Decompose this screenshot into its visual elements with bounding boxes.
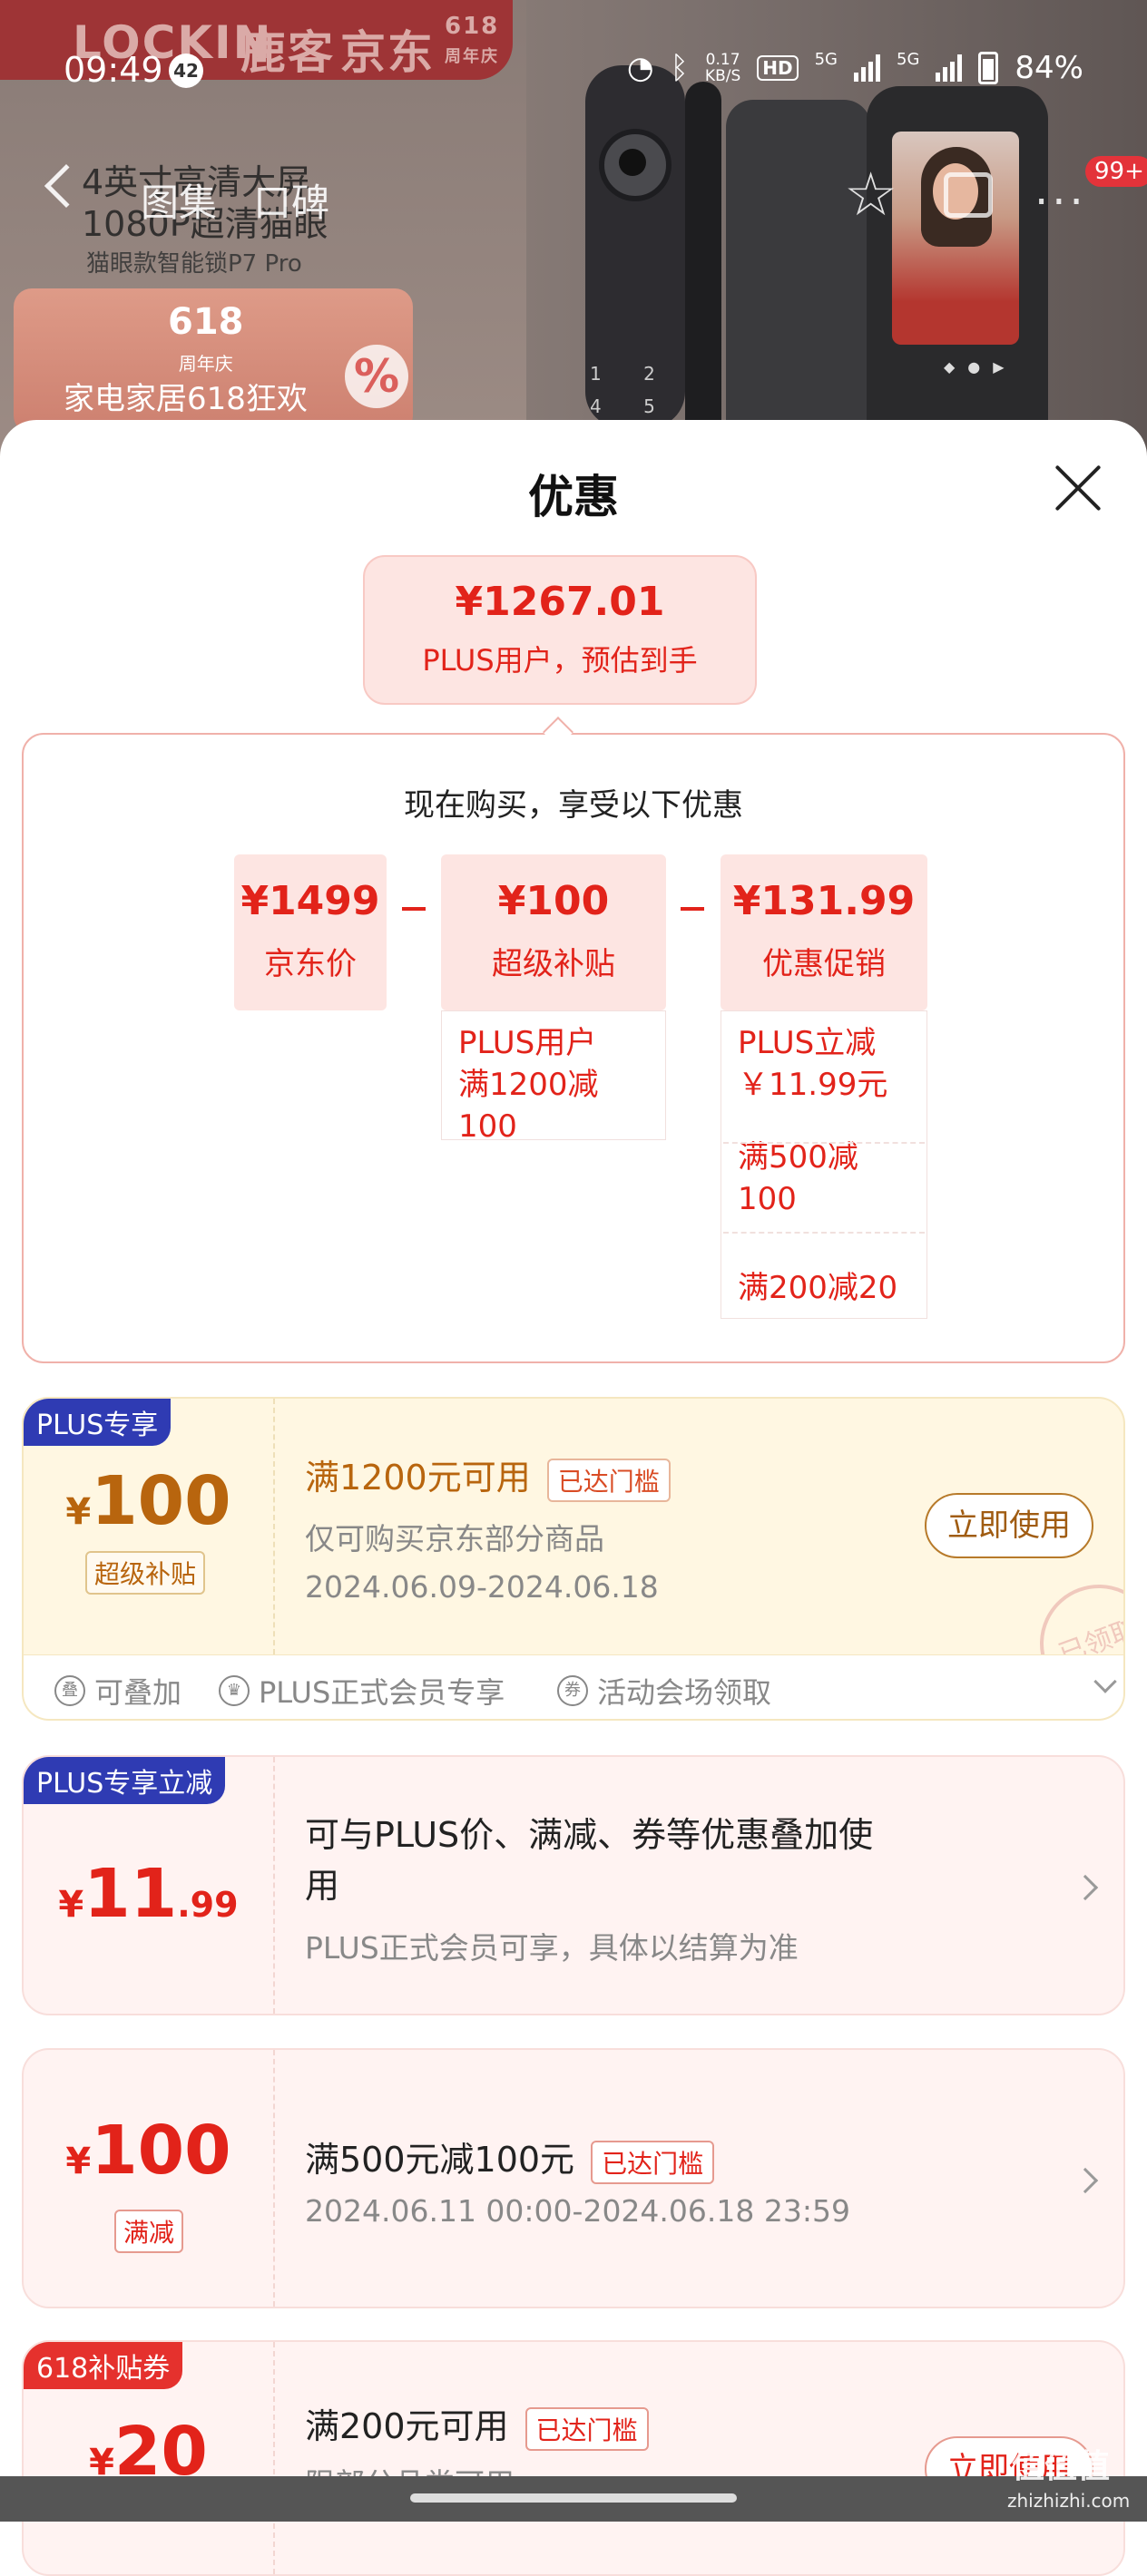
detail-divider [723,1142,925,1144]
threshold-badge: 已达门槛 [546,1458,671,1502]
coupon-features-row[interactable]: 叠可叠加 ♛ PLUS正式会员专享 券活动会场领取 [22,1655,1125,1721]
coupon-title: 可与PLUS价、满减、券等优惠叠加使 用 [305,1815,874,1906]
crown-icon: ♛ [219,1675,250,1706]
close-icon[interactable] [1053,463,1103,513]
coupon-card-plus: PLUS专享 ¥100 超级补贴 满1200元可用 已达门槛 仅可购买京东部分商品… [22,1397,1125,1656]
favorite-star-icon[interactable]: ☆ [844,163,897,227]
coupon-card-618-subsidy: 618补贴券 ¥20 满200元可用已达门槛 限部分品类可用 立即使用 [22,2340,1125,2576]
network-5g-label-2: 5G [897,50,920,69]
feature-stackable: 叠可叠加 [54,1670,181,1712]
product-image-handle [685,82,721,463]
promo-detail-500: 满500减100 [738,1139,858,1217]
home-indicator[interactable] [410,2493,737,2503]
use-now-button[interactable]: 立即使用 [925,1493,1093,1558]
detail-divider [723,1232,925,1234]
share-icon[interactable] [944,172,993,218]
jd-price-cell: ¥1499 京东价 [234,854,387,1010]
brand-618: 618 [445,13,500,40]
sheet-title: 优惠 [528,471,619,523]
signal-icon-2 [936,54,963,82]
tab-reviews[interactable]: 口碑 [253,172,329,228]
hd-voice-icon: HD [757,55,799,81]
more-options-icon[interactable]: ··· [1034,177,1087,228]
coupon-tag: 618补贴券 [24,2342,183,2389]
feature-plus-only: ♛ PLUS正式会员专享 [219,1670,505,1712]
chevron-right-icon[interactable] [1072,2167,1099,2194]
coupon-card-plus-discount[interactable]: PLUS专享立减 ¥11.99 可与PLUS价、满减、券等优惠叠加使 用 PLU… [22,1755,1125,2015]
feature-venue: 券活动会场领取 [557,1670,771,1712]
subsidy-detail: PLUS用户 满1200减100 [441,1010,666,1145]
promo-text: 家电家居618狂欢 [64,381,308,417]
network-speed: 0.17 KB/S [704,51,741,85]
coupon-title: 满200元可用 已达门槛 [305,2398,649,2451]
chevron-down-icon[interactable] [1093,1670,1117,1693]
battery-percent: 84% [1015,50,1083,86]
promo-detail-list: PLUS立减 ￥11.99元 满500减100 满200减20 [721,1010,927,1319]
coupon-icon: 券 [557,1675,588,1706]
status-time: 09:49 [64,50,163,90]
watermark-url: zhizhizhi.com [1007,2490,1131,2512]
coupon-title: 满1200元可用 已达门槛 [305,1449,671,1502]
coupon-desc: 仅可购买京东部分商品 [305,1521,604,1556]
watermark: 值值值 [1012,2448,1111,2485]
promo-618-logo: 618 周年庆 [168,301,244,375]
speedometer-icon: ◔ [626,50,654,86]
estimated-price-label: PLUS用户，预估到手 [422,643,698,678]
percent-icon: % [345,345,408,408]
product-subtitle: 猫眼款智能锁P7 Pro [86,250,302,278]
network-5g-label-1: 5G [814,50,838,69]
battery-icon [978,52,999,84]
coupon-amount: ¥100 [65,2112,231,2190]
chevron-right-icon[interactable] [1072,1874,1099,1901]
notification-count-badge: 42 [169,54,203,88]
minus-sign-1 [402,907,426,911]
coupon-title: 满500元减100元 已达门槛 [305,2132,715,2184]
gesture-bar [0,2476,1147,2522]
subsidy-cell: ¥100 超级补贴 [441,854,666,1010]
coupon-divider [273,1399,275,1654]
coupon-divider [273,2050,275,2307]
coupon-type-label: 超级补贴 [85,1551,206,1595]
tab-gallery[interactable]: 图集 [141,172,217,228]
promo-detail-200: 满200减20 [738,1270,898,1306]
estimated-price-box: ¥1267.01 PLUS用户，预估到手 [363,555,757,705]
claimed-stamp: 已领取 [1023,1567,1123,1654]
coupon-date: 2024.06.09-2024.06.18 [305,1569,659,1605]
threshold-badge: 已达门槛 [524,2406,649,2451]
coupon-tag: PLUS专享立减 [24,1757,226,1804]
coupon-amount: ¥11.99 [58,1855,239,1933]
message-count-badge: 99+ [1085,156,1147,187]
coupon-divider [273,2342,275,2574]
coupon-divider [273,1757,275,2014]
lock-buttons: ◆●▶ [944,358,1017,376]
bluetooth-icon: ᛒ [670,50,689,86]
minus-sign-2 [681,907,704,911]
coupon-type-label: 满减 [114,2210,184,2253]
promo-detail-plus: PLUS立减 ￥11.99元 [738,1025,888,1103]
coupon-desc: PLUS正式会员可享，具体以结算为准 [305,1930,799,1966]
coupon-date: 2024.06.11 00:00-2024.06.18 23:59 [305,2193,850,2229]
breakdown-title: 现在购买，享受以下优惠 [404,787,743,824]
coupon-tag: PLUS专享 [24,1399,172,1446]
stack-icon: 叠 [54,1675,85,1706]
coupon-card-full-reduction[interactable]: ¥100 满减 满500元减100元 已达门槛 2024.06.11 00:00-… [22,2048,1125,2308]
status-bar: 09:49 42 ◔ ᛒ 0.17 KB/S HD 5G 5G 84% [0,41,1147,95]
promo-cell: ¥131.99 优惠促销 [721,854,927,1010]
threshold-badge: 已达门槛 [591,2140,715,2184]
coupon-amount: ¥100 [65,1462,231,1540]
signal-icon-1 [854,54,881,82]
product-tabs: 图集 口碑 [141,172,329,228]
estimated-price: ¥1267.01 [455,579,665,625]
